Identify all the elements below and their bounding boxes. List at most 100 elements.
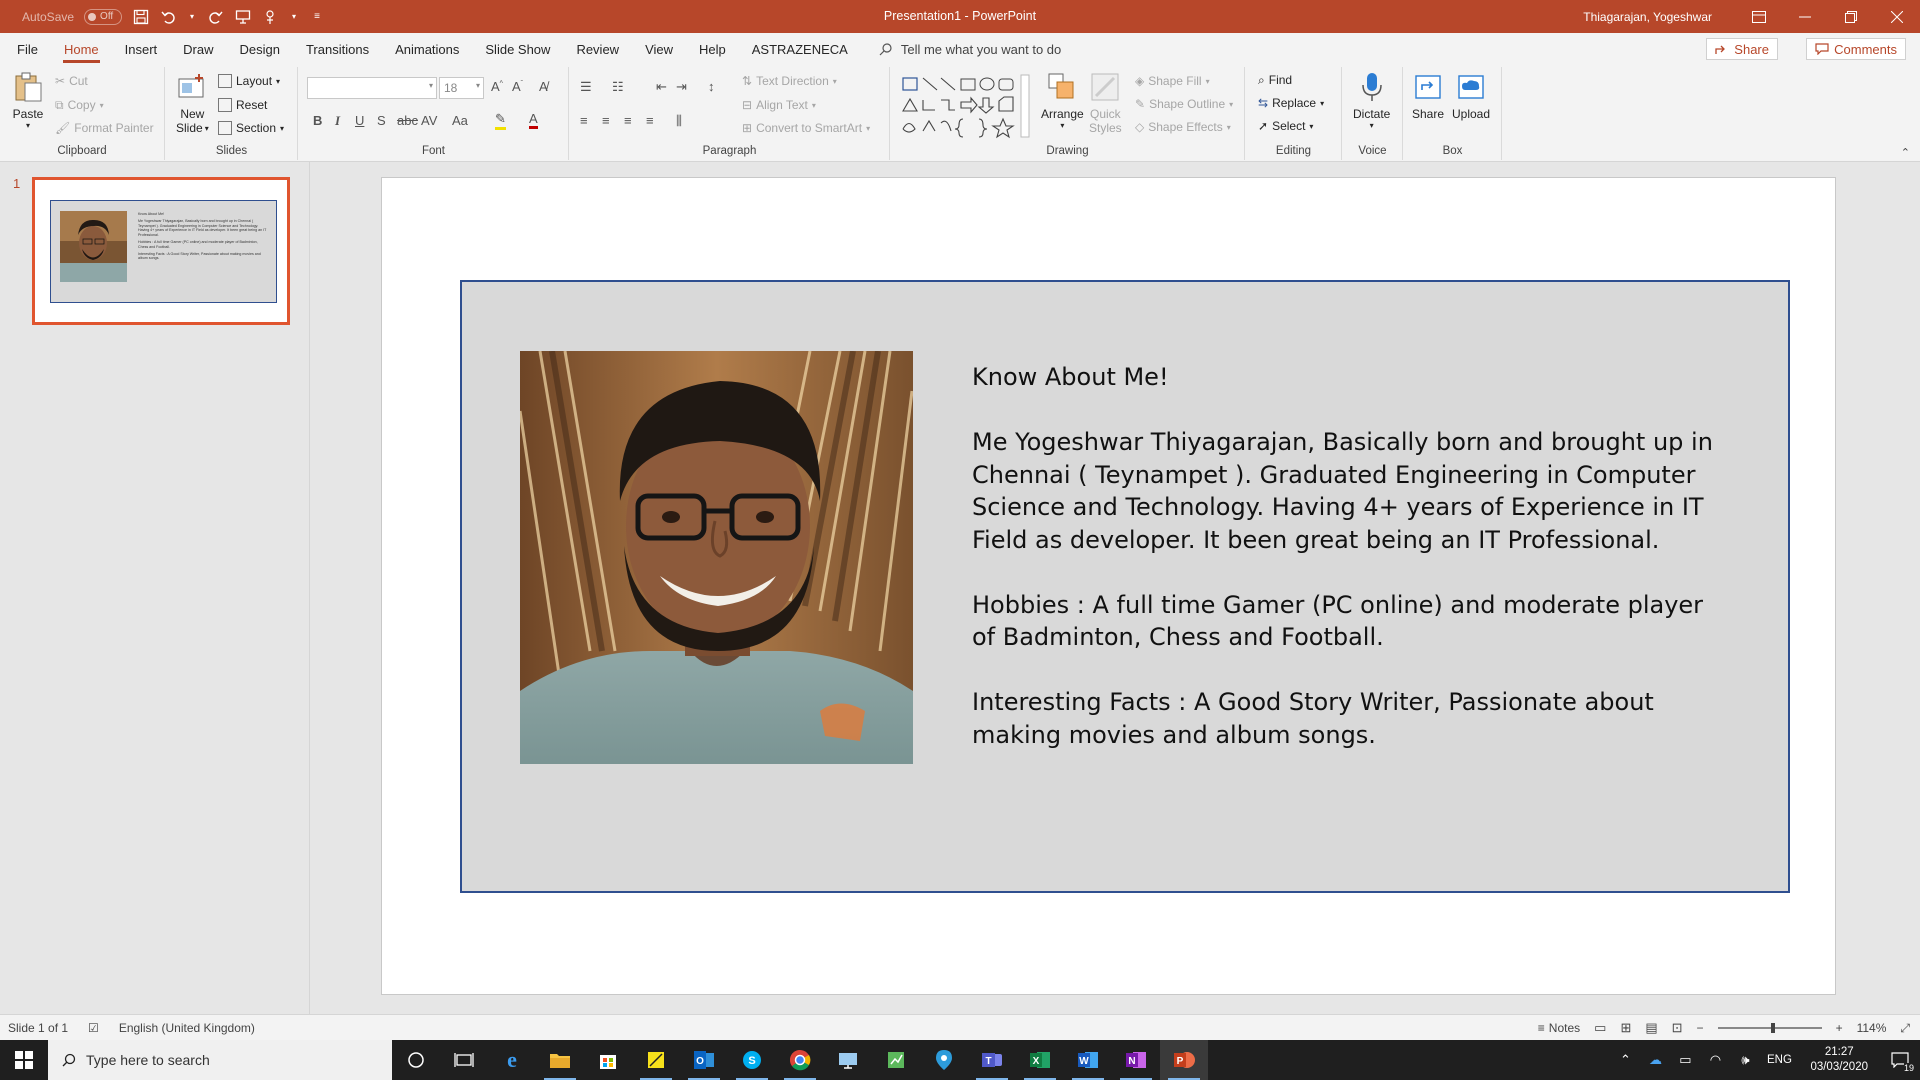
reset-button[interactable]: Reset xyxy=(218,95,267,115)
bullets-icon[interactable]: ☰ xyxy=(580,79,592,95)
character-spacing-icon[interactable]: AV xyxy=(421,113,437,128)
shape-effects-button[interactable]: ◇ Shape Effects ▾ xyxy=(1135,117,1231,137)
section-button[interactable]: Section ▾ xyxy=(218,118,284,138)
windows-start-button[interactable] xyxy=(0,1040,48,1080)
copy-button[interactable]: ⧉ Copy ▾ xyxy=(55,95,104,115)
show-hidden-icons-icon[interactable]: ⌃ xyxy=(1610,1040,1640,1080)
input-language[interactable]: ENG xyxy=(1760,1040,1798,1080)
tab-animations[interactable]: Animations xyxy=(382,33,472,65)
fit-to-window-icon[interactable]: ⤢ xyxy=(1900,1021,1910,1036)
zoom-slider[interactable] xyxy=(1717,1023,1822,1033)
layout-button[interactable]: Layout ▾ xyxy=(218,71,280,91)
zoom-out-icon[interactable]: − xyxy=(1697,1021,1704,1035)
increase-indent-icon[interactable]: ⇥ xyxy=(676,79,687,95)
chrome-icon[interactable] xyxy=(776,1040,824,1080)
slide[interactable]: Know About Me! Me Yogeshwar Thiyagarajan… xyxy=(381,177,1836,995)
skype-icon[interactable]: S xyxy=(728,1040,776,1080)
strikethrough-icon[interactable]: abc xyxy=(397,113,418,128)
clear-formatting-icon[interactable]: A̸ xyxy=(539,79,548,94)
font-name-field[interactable]: ▾ xyxy=(307,77,437,99)
file-explorer-icon[interactable] xyxy=(536,1040,584,1080)
slide-content-box[interactable]: Know About Me! Me Yogeshwar Thiyagarajan… xyxy=(460,280,1790,893)
bold-icon[interactable]: B xyxy=(313,113,322,128)
profile-photo[interactable] xyxy=(520,351,913,764)
save-icon[interactable] xyxy=(132,8,150,26)
shapes-gallery[interactable] xyxy=(899,73,1030,139)
decrease-font-size-icon[interactable]: Aˇ xyxy=(512,79,523,94)
reading-view-icon[interactable]: ▤ xyxy=(1645,1020,1657,1036)
touch-mode-icon[interactable] xyxy=(262,8,280,26)
slide-text-box[interactable]: Know About Me! Me Yogeshwar Thiyagarajan… xyxy=(972,361,1732,784)
italic-icon[interactable]: I xyxy=(335,113,340,129)
restore-icon[interactable] xyxy=(1828,0,1874,33)
format-painter-button[interactable]: 🖌 Format Painter xyxy=(55,118,154,138)
ribbon-display-options-icon[interactable] xyxy=(1736,0,1782,33)
align-center-icon[interactable]: ≡ xyxy=(602,113,610,128)
replace-button[interactable]: ⇆ Replace ▾ xyxy=(1258,93,1324,113)
quick-styles-button[interactable]: Quick Styles xyxy=(1089,71,1122,135)
spelling-check-icon[interactable]: ☑ xyxy=(88,1021,99,1035)
tab-astrazeneca[interactable]: ASTRAZENECA xyxy=(739,33,861,65)
shape-outline-button[interactable]: ✎ Shape Outline ▾ xyxy=(1135,94,1233,114)
change-case-icon[interactable]: Aa xyxy=(452,113,468,128)
tab-review[interactable]: Review xyxy=(563,33,632,65)
excel-icon[interactable]: X xyxy=(1016,1040,1064,1080)
powerpoint-icon[interactable]: P xyxy=(1160,1040,1208,1080)
user-name[interactable]: Thiagarajan, Yogeshwar xyxy=(1583,10,1712,24)
underline-icon[interactable]: U xyxy=(355,113,364,128)
paste-button[interactable]: Paste ▾ xyxy=(12,71,44,130)
present-icon[interactable] xyxy=(234,8,252,26)
tab-file[interactable]: File xyxy=(4,33,51,65)
taskbar-search-box[interactable]: Type here to search xyxy=(48,1040,392,1080)
notes-button[interactable]: ≡ Notes xyxy=(1538,1021,1580,1035)
font-size-field[interactable]: 18 ▾ xyxy=(439,77,484,99)
share-button[interactable]: Share xyxy=(1706,38,1778,60)
highlight-icon[interactable]: ✎ xyxy=(495,111,506,130)
slideshow-view-icon[interactable]: ⊡ xyxy=(1672,1020,1683,1036)
zoom-in-icon[interactable]: + xyxy=(1836,1021,1843,1035)
numbering-icon[interactable]: ☷ xyxy=(612,79,624,95)
align-left-icon[interactable]: ≡ xyxy=(580,113,588,128)
tab-draw[interactable]: Draw xyxy=(170,33,226,65)
tab-transitions[interactable]: Transitions xyxy=(293,33,382,65)
volume-icon[interactable]: 🕪 xyxy=(1730,1040,1760,1080)
tab-view[interactable]: View xyxy=(632,33,686,65)
outlook-icon[interactable]: O xyxy=(680,1040,728,1080)
autosave-toggle[interactable]: Off xyxy=(84,8,123,25)
zoom-level[interactable]: 114% xyxy=(1857,1021,1887,1035)
clock[interactable]: 21:27 03/03/2020 xyxy=(1798,1045,1880,1075)
onedrive-icon[interactable]: ☁ xyxy=(1640,1040,1670,1080)
battery-icon[interactable]: ▭ xyxy=(1670,1040,1700,1080)
increase-font-size-icon[interactable]: A^ xyxy=(491,79,503,94)
convert-smartart-button[interactable]: ⊞ Convert to SmartArt ▾ xyxy=(742,118,870,138)
teams-icon[interactable]: T xyxy=(968,1040,1016,1080)
tab-help[interactable]: Help xyxy=(686,33,739,65)
collapse-ribbon-icon[interactable]: ⌃ xyxy=(1901,146,1910,159)
box-share-button[interactable]: Share xyxy=(1412,71,1444,121)
box-upload-button[interactable]: Upload xyxy=(1452,71,1490,121)
dictate-button[interactable]: Dictate ▾ xyxy=(1353,71,1390,130)
remote-desktop-icon[interactable] xyxy=(824,1040,872,1080)
language-indicator[interactable]: English (United Kingdom) xyxy=(119,1021,255,1035)
tab-design[interactable]: Design xyxy=(227,33,293,65)
project-icon[interactable] xyxy=(872,1040,920,1080)
shadow-icon[interactable]: S xyxy=(377,113,386,128)
cut-button[interactable]: ✂ Cut xyxy=(55,71,88,91)
find-button[interactable]: ⌕ Find xyxy=(1258,70,1292,90)
onenote-icon[interactable]: N xyxy=(1112,1040,1160,1080)
chevron-down-icon[interactable]: ▾ xyxy=(188,8,196,26)
microsoft-store-icon[interactable] xyxy=(584,1040,632,1080)
cortana-icon[interactable] xyxy=(392,1040,440,1080)
task-view-icon[interactable] xyxy=(440,1040,488,1080)
align-right-icon[interactable]: ≡ xyxy=(624,113,632,128)
slide-sorter-icon[interactable]: ⊞ xyxy=(1620,1020,1631,1036)
chevron-down-icon[interactable]: ▾ xyxy=(290,8,298,26)
arrange-button[interactable]: Arrange ▾ xyxy=(1041,71,1084,130)
font-color-icon[interactable]: A xyxy=(529,111,538,129)
customize-qat-icon[interactable]: ≡ xyxy=(308,8,326,26)
wifi-icon[interactable]: ◠ xyxy=(1700,1040,1730,1080)
tab-insert[interactable]: Insert xyxy=(112,33,171,65)
maps-pin-icon[interactable] xyxy=(920,1040,968,1080)
edge-browser-icon[interactable]: e xyxy=(488,1040,536,1080)
normal-view-icon[interactable]: ▭ xyxy=(1594,1020,1606,1036)
